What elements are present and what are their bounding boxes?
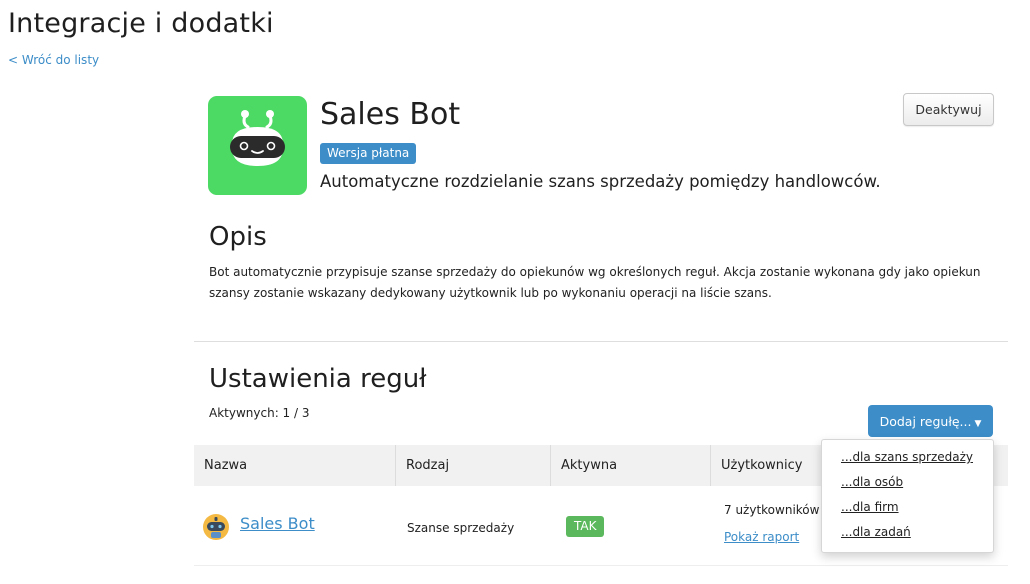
page-title: Integracje i dodatki <box>8 8 274 39</box>
robot-icon <box>208 96 307 195</box>
description-text: Bot automatycznie przypisuje szanse sprz… <box>209 265 981 300</box>
menu-item-tasks[interactable]: ...dla zadań <box>822 520 993 545</box>
add-rule-label: Dodaj regułę... <box>879 413 972 429</box>
rule-name-link[interactable]: Sales Bot <box>240 514 315 533</box>
menu-item-people[interactable]: ...dla osób <box>822 470 993 495</box>
active-rules-count: Aktywnych: 1 / 3 <box>209 406 310 420</box>
column-header-type: Rodzaj <box>395 445 550 486</box>
status-badge: TAK <box>566 516 605 537</box>
add-rule-button[interactable]: Dodaj regułę... ▼ <box>868 405 993 437</box>
deactivate-button[interactable]: Deaktywuj <box>903 93 994 126</box>
bot-avatar-icon <box>202 513 230 541</box>
description-title: Opis <box>209 222 267 252</box>
add-rule-dropdown: ...dla szans sprzedaży ...dla osób ...dl… <box>821 439 994 553</box>
section-divider <box>194 341 1008 342</box>
caret-down-icon: ▼ <box>974 418 982 429</box>
menu-item-sales-opportunities[interactable]: ...dla szans sprzedaży <box>822 445 993 470</box>
app-name: Sales Bot <box>320 97 461 132</box>
app-tagline: Automatyczne rozdzielanie szans sprzedaż… <box>320 172 881 191</box>
column-header-active: Aktywna <box>550 445 710 486</box>
paid-version-badge: Wersja płatna <box>320 143 417 164</box>
menu-item-companies[interactable]: ...dla firm <box>822 495 993 520</box>
rule-type: Szanse sprzedaży <box>407 521 515 535</box>
column-header-name: Nazwa <box>204 458 248 473</box>
users-count: 7 użytkowników <box>724 503 820 517</box>
show-report-link[interactable]: Pokaż raport <box>724 530 799 544</box>
back-to-list-link[interactable]: < Wróć do listy <box>8 53 99 67</box>
rules-title: Ustawienia reguł <box>209 364 427 394</box>
